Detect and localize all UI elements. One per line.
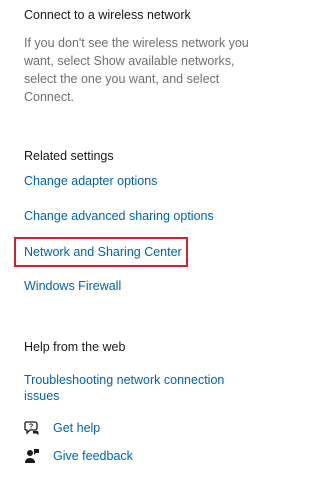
chat-question-icon: ? xyxy=(24,420,40,436)
network-and-sharing-center-link[interactable]: Network and Sharing Center xyxy=(24,245,182,259)
connect-heading: Connect to a wireless network xyxy=(24,8,191,22)
help-from-web-heading: Help from the web xyxy=(24,340,126,354)
connect-description: If you don't see the wireless network yo… xyxy=(24,36,249,104)
get-help-label: Get help xyxy=(53,421,101,435)
windows-firewall-link[interactable]: Windows Firewall xyxy=(24,279,121,293)
related-settings-heading: Related settings xyxy=(24,149,114,163)
network-settings-panel: Connect to a wireless network If you don… xyxy=(0,0,253,500)
give-feedback-row[interactable]: Give feedback xyxy=(24,446,133,466)
feedback-person-icon xyxy=(24,448,40,464)
change-advanced-sharing-options-link[interactable]: Change advanced sharing options xyxy=(24,209,214,223)
get-help-row[interactable]: ? Get help xyxy=(24,418,100,438)
troubleshooting-network-link[interactable]: Troubleshooting network connection issue… xyxy=(24,372,249,404)
change-adapter-options-link[interactable]: Change adapter options xyxy=(24,174,157,188)
give-feedback-label: Give feedback xyxy=(53,449,133,463)
svg-text:?: ? xyxy=(29,423,33,430)
